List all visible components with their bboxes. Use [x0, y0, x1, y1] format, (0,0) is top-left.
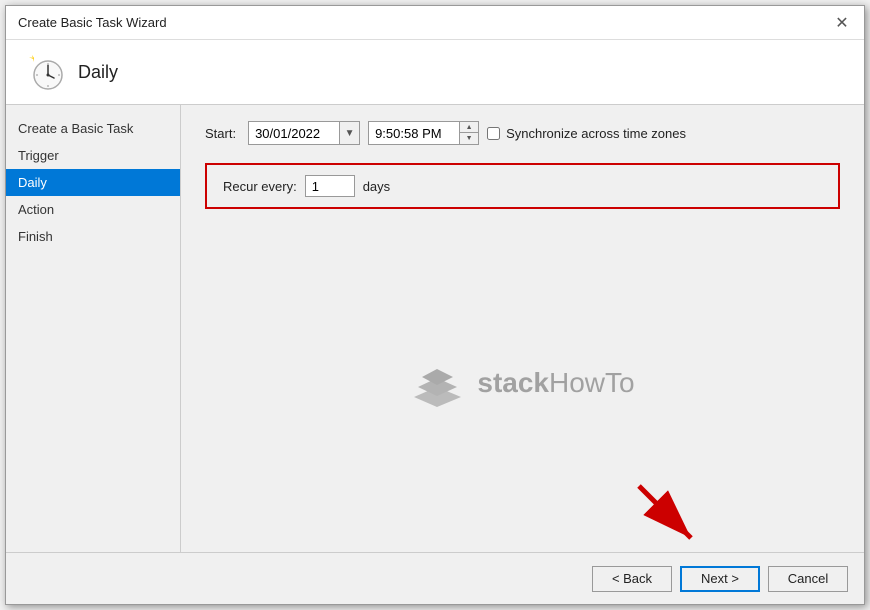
date-input-wrapper: ▼ — [248, 121, 360, 145]
main-content: Create a Basic Task Trigger Daily Action… — [6, 105, 864, 552]
recur-box: Recur every: days — [205, 163, 840, 209]
time-spin-buttons: ▲ ▼ — [459, 122, 478, 144]
sidebar-item-daily[interactable]: Daily — [6, 169, 180, 196]
time-increment-button[interactable]: ▲ — [460, 122, 478, 133]
title-bar: Create Basic Task Wizard ✕ — [6, 6, 864, 40]
time-input-wrapper: ▲ ▼ — [368, 121, 479, 145]
watermark-logo: stackHowTo — [410, 359, 634, 407]
sync-checkbox[interactable] — [487, 127, 500, 140]
clock-icon — [26, 53, 64, 91]
close-button[interactable]: ✕ — [832, 13, 852, 33]
content-area: Start: ▼ ▲ ▼ Synchronize across time zon… — [181, 105, 864, 552]
recur-days-label: days — [363, 179, 390, 194]
red-arrow-indicator — [629, 476, 709, 556]
sidebar: Create a Basic Task Trigger Daily Action… — [6, 105, 181, 552]
watermark-text: stackHowTo — [477, 367, 634, 399]
time-decrement-button[interactable]: ▼ — [460, 133, 478, 144]
sidebar-item-trigger[interactable]: Trigger — [6, 142, 180, 169]
recur-input[interactable] — [305, 175, 355, 197]
header-section: Daily — [6, 40, 864, 105]
sidebar-item-finish[interactable]: Finish — [6, 223, 180, 250]
back-button[interactable]: < Back — [592, 566, 672, 592]
recur-label: Recur every: — [223, 179, 297, 194]
stack-icon — [410, 359, 465, 407]
sidebar-item-action[interactable]: Action — [6, 196, 180, 223]
start-label: Start: — [205, 126, 236, 141]
title-bar-text: Create Basic Task Wizard — [18, 15, 167, 30]
time-input[interactable] — [369, 122, 459, 144]
footer: < Back Next > Cancel — [6, 552, 864, 604]
sync-label: Synchronize across time zones — [506, 126, 686, 141]
sync-checkbox-row: Synchronize across time zones — [487, 126, 686, 141]
date-input[interactable] — [249, 122, 339, 144]
sidebar-item-create-basic-task[interactable]: Create a Basic Task — [6, 115, 180, 142]
dialog-window: Create Basic Task Wizard ✕ — [5, 5, 865, 605]
next-button[interactable]: Next > — [680, 566, 760, 592]
datetime-row: Start: ▼ ▲ ▼ Synchronize across time zon… — [205, 121, 840, 145]
header-title: Daily — [78, 62, 118, 83]
cancel-button[interactable]: Cancel — [768, 566, 848, 592]
date-picker-button[interactable]: ▼ — [339, 122, 359, 144]
watermark-stack: stack — [477, 367, 549, 398]
watermark-area: stackHowTo — [205, 229, 840, 536]
watermark-howto: HowTo — [549, 367, 635, 398]
